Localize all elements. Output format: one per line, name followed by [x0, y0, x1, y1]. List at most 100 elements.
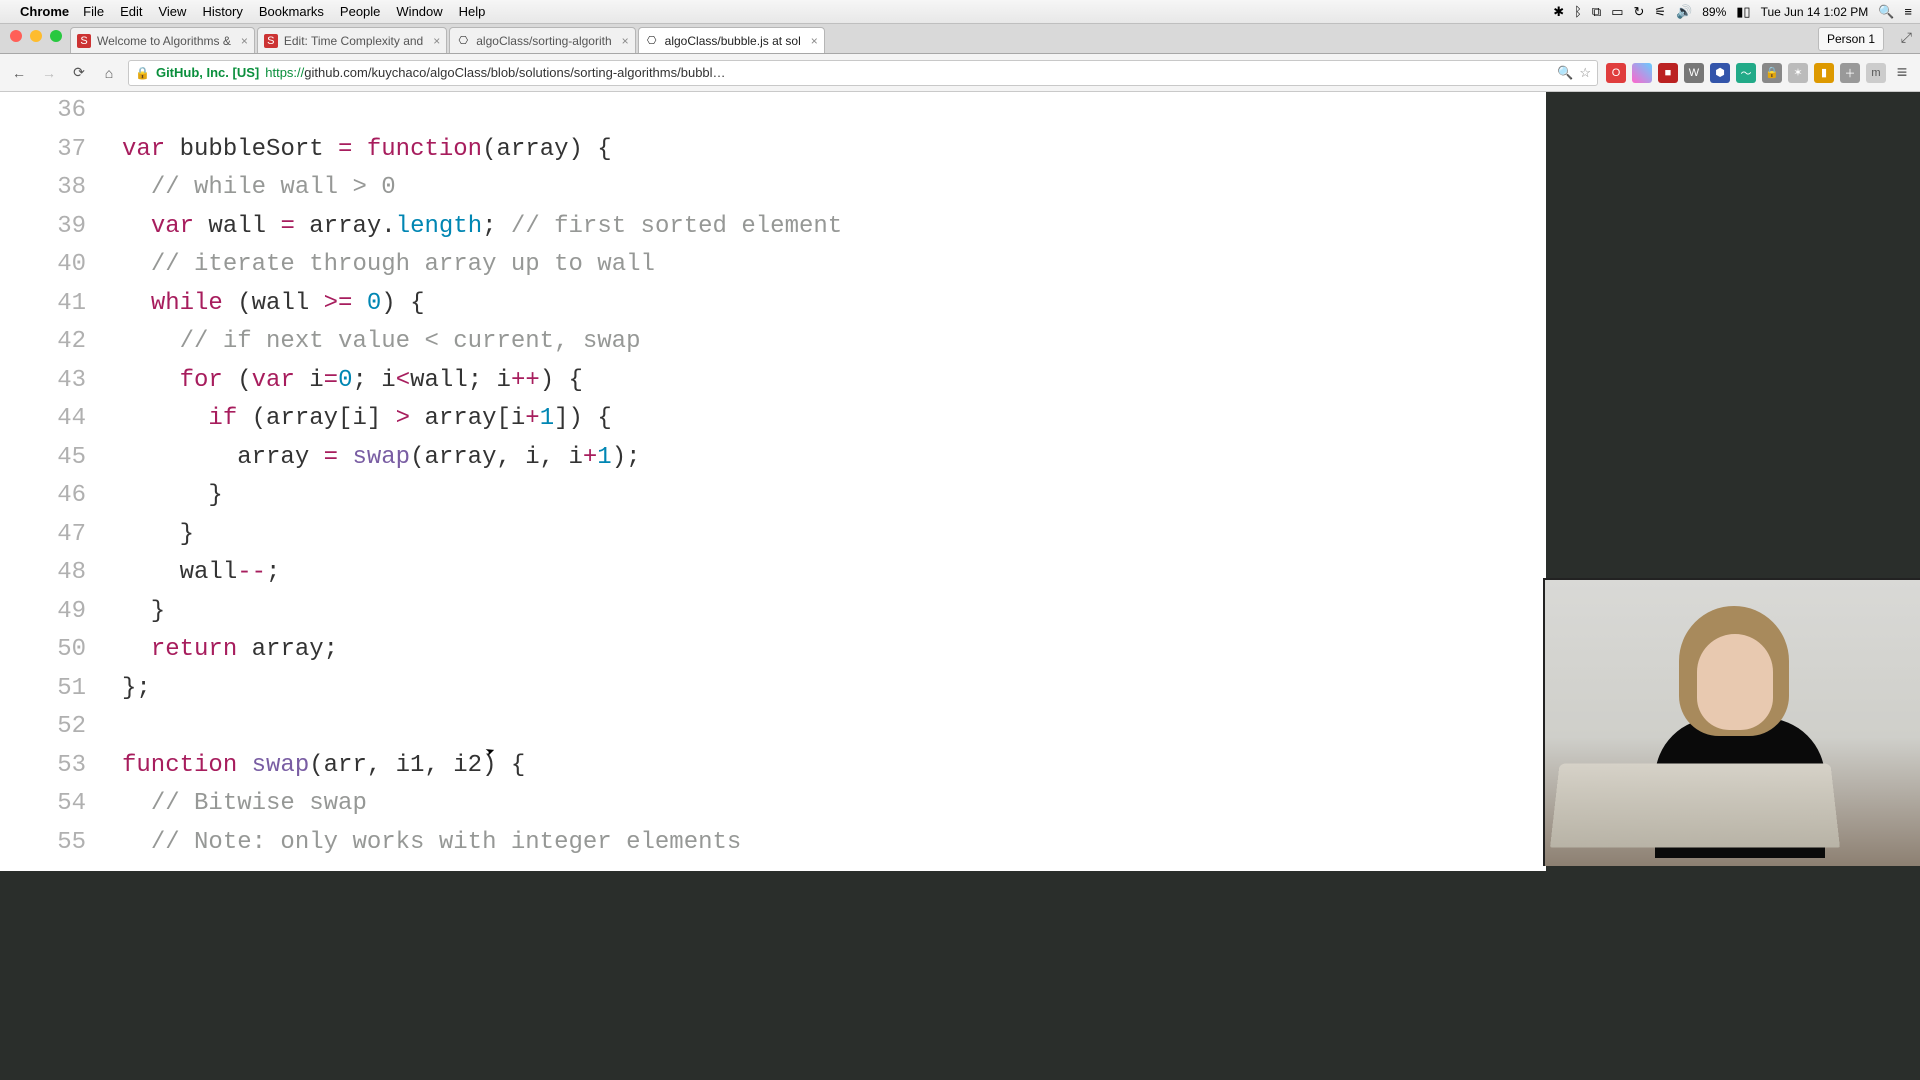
timemachine-icon[interactable]: ↻: [1634, 4, 1645, 20]
browser-tab[interactable]: ⎔ algoClass/bubble.js at sol ×: [638, 27, 825, 53]
code-line[interactable]: if (array[i] > array[i+1]) {: [122, 400, 842, 439]
url-text: https://github.com/kuychaco/algoClass/bl…: [265, 65, 725, 80]
ext-icon-4[interactable]: W: [1684, 63, 1704, 83]
tab-close-icon[interactable]: ×: [433, 34, 440, 48]
line-number: 40: [0, 246, 86, 285]
menu-help[interactable]: Help: [459, 4, 486, 19]
code-line[interactable]: // if next value < current, swap: [122, 323, 842, 362]
code-content[interactable]: var bubbleSort = function(array) { // wh…: [104, 92, 842, 862]
reload-button[interactable]: ⟳: [68, 64, 90, 81]
line-number: 51: [0, 670, 86, 709]
code-line[interactable]: return array;: [122, 631, 842, 670]
ext-icon-9[interactable]: ▮: [1814, 63, 1834, 83]
code-line[interactable]: }: [122, 516, 842, 555]
bookmark-star-icon[interactable]: ☆: [1579, 65, 1591, 81]
ext-icon-3[interactable]: ■: [1658, 63, 1678, 83]
menu-people[interactable]: People: [340, 4, 380, 19]
line-number: 47: [0, 516, 86, 555]
code-line[interactable]: [122, 92, 842, 131]
code-line[interactable]: }: [122, 593, 842, 632]
code-line[interactable]: array = swap(array, i, i+1);: [122, 439, 842, 478]
code-line[interactable]: };: [122, 670, 842, 709]
browser-tab[interactable]: ⎔algoClass/sorting-algorith×: [449, 27, 635, 53]
code-line[interactable]: function swap(arr, i1, i2) {: [122, 747, 842, 786]
code-line[interactable]: while (wall >= 0) {: [122, 285, 842, 324]
lock-icon: 🔒: [135, 66, 150, 80]
tab-close-icon[interactable]: ×: [241, 34, 248, 48]
line-number: 48: [0, 554, 86, 593]
code-line[interactable]: var bubbleSort = function(array) {: [122, 131, 842, 170]
browser-tab[interactable]: SEdit: Time Complexity and×: [257, 27, 447, 53]
bluetooth-icon[interactable]: ᛒ: [1574, 4, 1582, 19]
favicon-slides-icon: S: [77, 34, 91, 48]
spotlight-icon[interactable]: 🔍: [1878, 4, 1894, 20]
spotlight-like-icon[interactable]: ✱: [1553, 4, 1564, 20]
forward-button[interactable]: →: [38, 65, 60, 81]
line-number: 55: [0, 824, 86, 863]
line-number: 42: [0, 323, 86, 362]
line-number: 52: [0, 708, 86, 747]
line-number: 38: [0, 169, 86, 208]
notification-center-icon[interactable]: ≡: [1904, 4, 1912, 19]
presenter-webcam: [1543, 578, 1920, 866]
menu-file[interactable]: File: [83, 4, 104, 19]
chrome-menu-icon[interactable]: ≡: [1892, 63, 1912, 83]
ext-icon-2[interactable]: [1632, 63, 1652, 83]
menu-bookmarks[interactable]: Bookmarks: [259, 4, 324, 19]
menu-window[interactable]: Window: [396, 4, 442, 19]
video-letterbox: [0, 871, 1281, 1080]
volume-icon[interactable]: 🔊: [1676, 4, 1692, 20]
tab-title: Welcome to Algorithms &: [97, 34, 231, 48]
display-icon[interactable]: ▭: [1611, 4, 1623, 20]
code-line[interactable]: [122, 708, 842, 747]
menu-edit[interactable]: Edit: [120, 4, 142, 19]
browser-tab[interactable]: S Welcome to Algorithms & ×: [70, 27, 255, 53]
code-line[interactable]: // iterate through array up to wall: [122, 246, 842, 285]
code-viewport[interactable]: 3637383940414243444546474849505152535455…: [0, 92, 1546, 871]
browser-toolbar: ← → ⟳ ⌂ 🔒 GitHub, Inc. [US] https://gith…: [0, 54, 1920, 92]
line-number: 43: [0, 362, 86, 401]
ext-icon-1[interactable]: O: [1606, 63, 1626, 83]
code-line[interactable]: // Bitwise swap: [122, 785, 842, 824]
battery-icon[interactable]: ▮▯: [1736, 4, 1750, 20]
fullscreen-icon[interactable]: ⤢: [1901, 29, 1912, 46]
code-line[interactable]: wall--;: [122, 554, 842, 593]
menu-view[interactable]: View: [158, 4, 186, 19]
address-bar[interactable]: 🔒 GitHub, Inc. [US] https://github.com/k…: [128, 60, 1598, 86]
line-number: 50: [0, 631, 86, 670]
code-line[interactable]: }: [122, 477, 842, 516]
code-line[interactable]: // Note: only works with integer element…: [122, 824, 842, 863]
tab-title: algoClass/sorting-algorith: [476, 34, 611, 48]
favicon-github-icon: ⎔: [645, 34, 659, 48]
code-line[interactable]: // while wall > 0: [122, 169, 842, 208]
window-minimize-button[interactable]: [30, 30, 42, 42]
ext-icon-10[interactable]: ＋: [1840, 63, 1860, 83]
window-close-button[interactable]: [10, 30, 22, 42]
ext-icon-5[interactable]: ⬢: [1710, 63, 1730, 83]
ext-icon-7[interactable]: 🔒: [1762, 63, 1782, 83]
home-button[interactable]: ⌂: [98, 65, 120, 81]
menu-history[interactable]: History: [202, 4, 242, 19]
wifi-icon[interactable]: ⚟: [1654, 4, 1666, 20]
line-number: 53: [0, 747, 86, 786]
profile-button[interactable]: Person 1: [1818, 27, 1884, 51]
code-line[interactable]: for (var i=0; i<wall; i++) {: [122, 362, 842, 401]
line-number: 39: [0, 208, 86, 247]
ext-icon-6[interactable]: ～: [1736, 63, 1756, 83]
dropbox-icon[interactable]: ⧉: [1592, 4, 1601, 20]
ev-cert-label: GitHub, Inc. [US]: [156, 65, 259, 80]
tab-title: algoClass/bubble.js at sol: [665, 34, 801, 48]
ext-icon-8[interactable]: ✶: [1788, 63, 1808, 83]
ext-icon-11[interactable]: m: [1866, 63, 1886, 83]
window-zoom-button[interactable]: [50, 30, 62, 42]
tab-close-icon[interactable]: ×: [811, 34, 818, 48]
tab-close-icon[interactable]: ×: [622, 34, 629, 48]
line-number: 54: [0, 785, 86, 824]
menubar-status-area: ✱ ᛒ ⧉ ▭ ↻ ⚟ 🔊 89% ▮▯ Tue Jun 14 1:02 PM …: [1553, 4, 1912, 20]
window-controls: [10, 30, 62, 42]
search-in-page-icon[interactable]: 🔍: [1557, 65, 1573, 81]
app-name[interactable]: Chrome: [20, 4, 69, 19]
code-line[interactable]: var wall = array.length; // first sorted…: [122, 208, 842, 247]
back-button[interactable]: ←: [8, 65, 30, 81]
menubar-clock[interactable]: Tue Jun 14 1:02 PM: [1761, 5, 1869, 19]
